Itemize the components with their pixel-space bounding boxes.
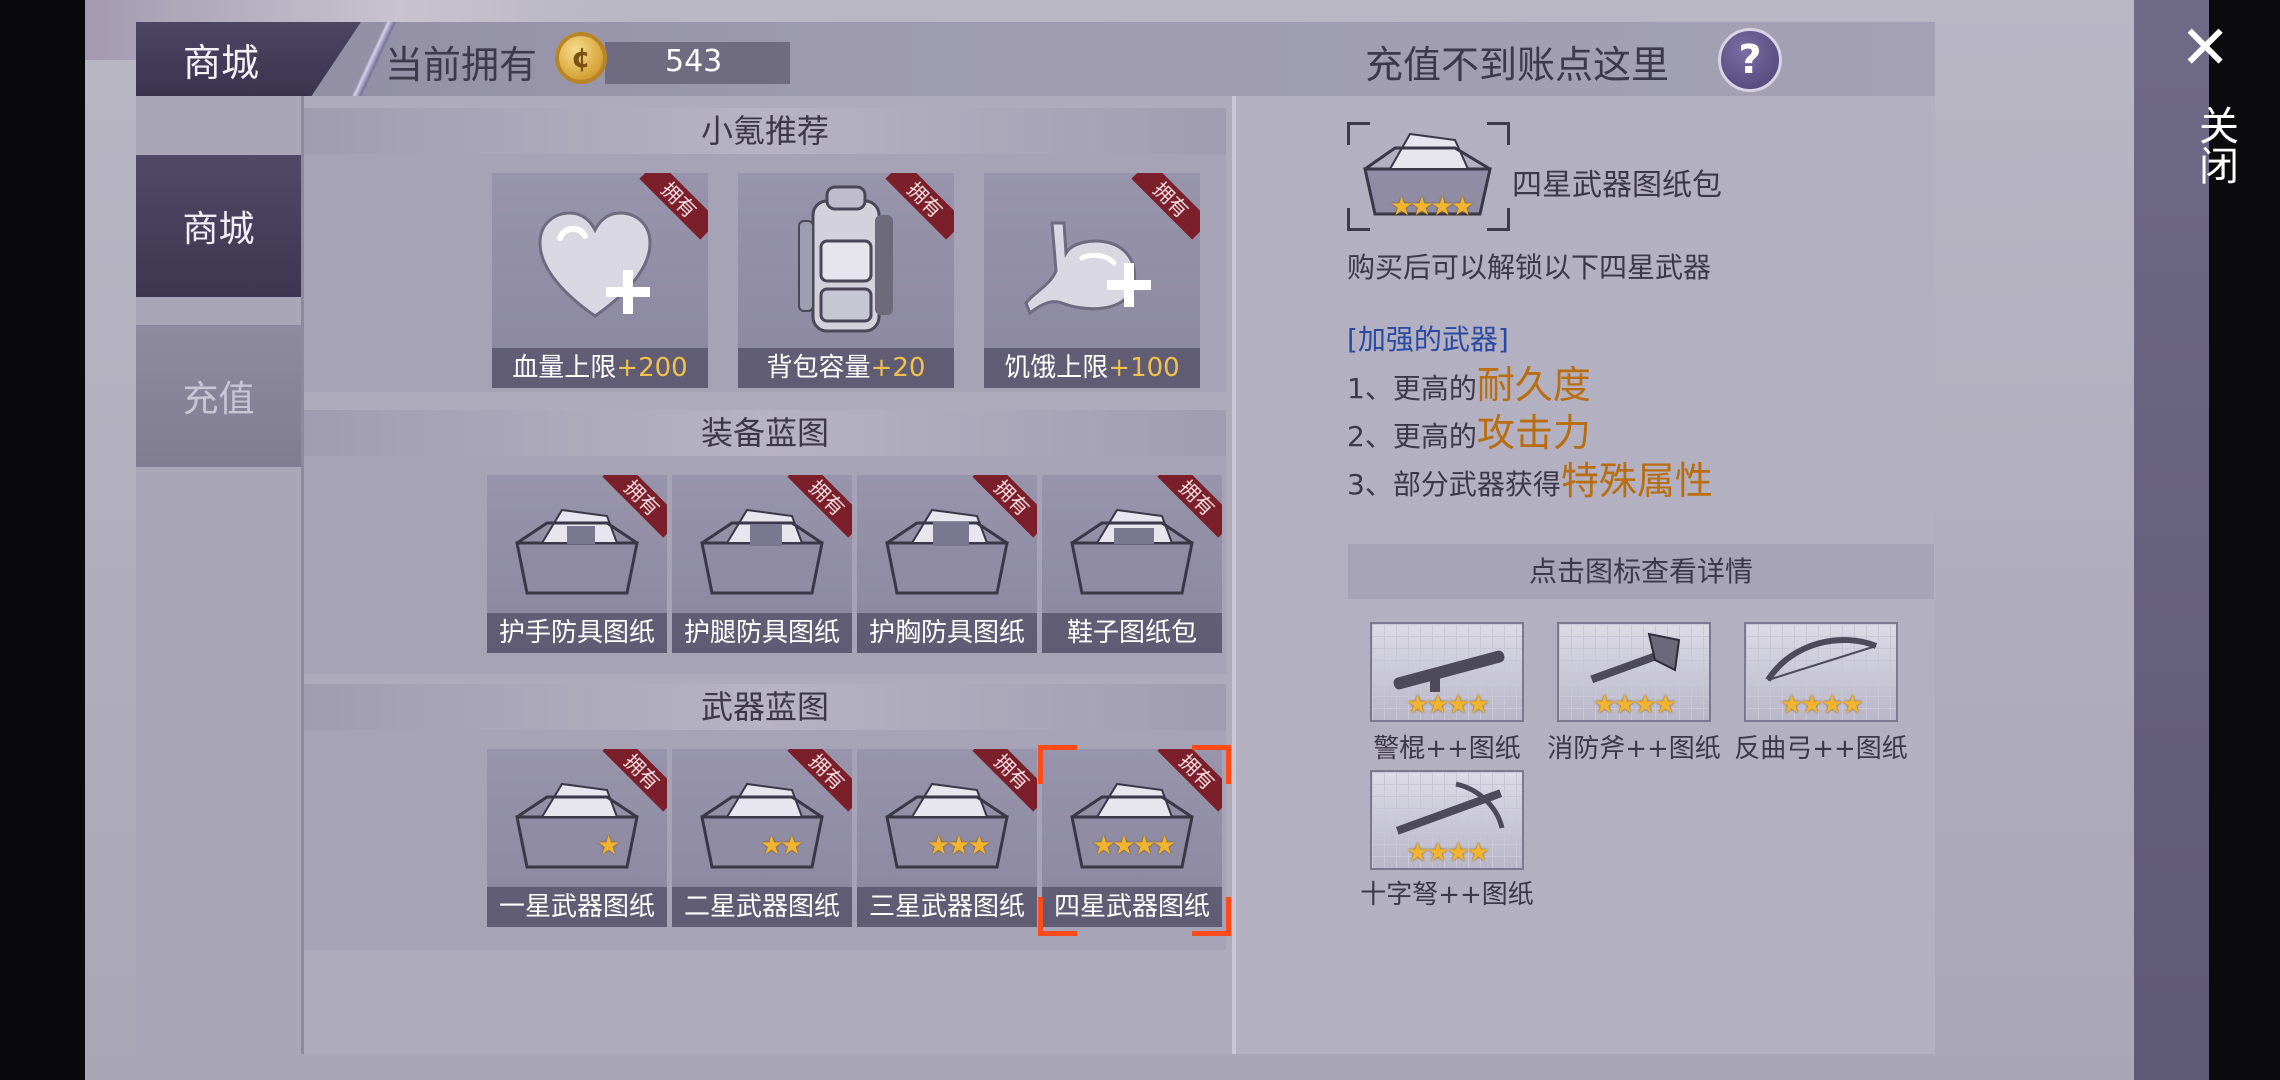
- unlock-item-fire-axe[interactable]: ★★★★: [1557, 622, 1711, 722]
- recharge-help-link[interactable]: 充值不到账点这里: [1365, 34, 1669, 89]
- feature-line: 1、更高的耐久度: [1347, 363, 1591, 407]
- card-label: 三星武器图纸: [857, 887, 1037, 927]
- owned-label: 当前拥有: [385, 43, 538, 87]
- shop-card-3star-weapon[interactable]: ★★★ 拥有 三星武器图纸: [857, 749, 1037, 927]
- shop-card-chest-blueprint[interactable]: 拥有 护胸防具图纸: [857, 475, 1037, 653]
- card-label: 背包容量+20: [738, 348, 954, 388]
- shop-card-shoes-blueprint[interactable]: 拥有 鞋子图纸包: [1042, 475, 1222, 653]
- unlock-item-label: 消防斧++图纸: [1547, 734, 1721, 764]
- detail-tag: [加强的武器]: [1347, 323, 1509, 356]
- section-title-weapons: 武器蓝图: [304, 684, 1226, 730]
- close-icon[interactable]: ✕: [2180, 18, 2230, 78]
- card-label: 血量上限+200: [492, 348, 708, 388]
- card-label: 二星武器图纸: [672, 887, 852, 927]
- unlock-item-recurve-bow[interactable]: ★★★★: [1744, 622, 1898, 722]
- shop-card-1star-weapon[interactable]: ★ 拥有 一星武器图纸: [487, 749, 667, 927]
- detail-description: 购买后可以解锁以下四星武器: [1347, 251, 1712, 284]
- card-label: 一星武器图纸: [487, 887, 667, 927]
- feature-line: 3、部分武器获得特殊属性: [1347, 459, 1713, 503]
- nav-item-shop[interactable]: 商城: [136, 155, 301, 297]
- selection-corner: [1192, 897, 1231, 936]
- star-rating: ★★★★: [1406, 690, 1490, 720]
- nav-item-label: 商城: [182, 209, 255, 250]
- toolbox-blueprint-icon: [872, 493, 1022, 603]
- star-rating: ★: [597, 831, 620, 861]
- star-rating: ★★★★: [1092, 831, 1176, 861]
- star-rating: ★★: [760, 831, 804, 861]
- shop-card-max-hp[interactable]: 拥有 血量上限+200: [492, 173, 708, 388]
- unlock-item-label: 警棍++图纸: [1373, 734, 1521, 764]
- crossbow-icon: [1395, 781, 1505, 835]
- unlock-item-crossbow[interactable]: ★★★★: [1370, 770, 1524, 870]
- detail-item-icon: ★★★★: [1350, 124, 1504, 226]
- selection-corner: [1038, 745, 1077, 784]
- heart-plus-icon: [530, 203, 670, 333]
- star-rating: ★★★★: [1780, 690, 1864, 720]
- card-label: 护手防具图纸: [487, 613, 667, 653]
- shop-title: 商城: [183, 40, 260, 85]
- help-question-icon[interactable]: ?: [1718, 28, 1782, 92]
- star-rating: ★★★★: [1390, 192, 1474, 222]
- recurve-bow-icon: [1765, 637, 1878, 682]
- stomach-plus-icon: [1017, 203, 1167, 333]
- detail-title: 四星武器图纸包: [1512, 168, 1722, 203]
- coin-icon: ¢: [555, 32, 607, 84]
- star-rating: ★★★★: [1593, 690, 1677, 720]
- unlock-item-baton[interactable]: ★★★★: [1370, 622, 1524, 722]
- shop-card-gauntlet-blueprint[interactable]: 拥有 护手防具图纸: [487, 475, 667, 653]
- close-button-label[interactable]: 关闭: [2186, 105, 2244, 185]
- card-label: 鞋子图纸包: [1042, 613, 1222, 653]
- icon-frame-corner: [1347, 208, 1370, 231]
- icon-frame-corner: [1347, 122, 1370, 145]
- unlock-item-label: 反曲弓++图纸: [1734, 734, 1908, 764]
- shop-card-max-hunger[interactable]: 拥有 饥饿上限+100: [984, 173, 1200, 388]
- card-label: 护腿防具图纸: [672, 613, 852, 653]
- toolbox-blueprint-icon: [687, 493, 837, 603]
- card-label: 饥饿上限+100: [984, 348, 1200, 388]
- baton-icon: [1393, 650, 1505, 692]
- shop-card-2star-weapon[interactable]: ★★ 拥有 二星武器图纸: [672, 749, 852, 927]
- section-title-equipment: 装备蓝图: [304, 410, 1226, 456]
- selection-corner: [1192, 745, 1231, 784]
- unlock-item-label: 十字弩++图纸: [1360, 880, 1534, 910]
- selection-corner: [1038, 897, 1077, 936]
- icon-frame-corner: [1487, 208, 1510, 231]
- icon-frame-corner: [1487, 122, 1510, 145]
- star-rating: ★★★★: [1406, 838, 1490, 868]
- fire-axe-icon: [1590, 632, 1681, 684]
- nav-item-recharge[interactable]: 充值: [136, 325, 301, 467]
- star-rating: ★★★: [927, 831, 991, 861]
- toolbox-blueprint-icon: [502, 493, 652, 603]
- shop-card-backpack[interactable]: 拥有 背包容量+20: [738, 173, 954, 388]
- section-title-recommend: 小氪推荐: [304, 108, 1226, 154]
- toolbox-blueprint-icon: [1057, 493, 1207, 603]
- nav-item-label: 充值: [182, 379, 255, 420]
- backpack-icon: [781, 181, 911, 341]
- shop-card-leg-blueprint[interactable]: 拥有 护腿防具图纸: [672, 475, 852, 653]
- coin-balance-value: 543: [665, 44, 723, 79]
- toolbox-blueprint-icon: [502, 767, 652, 877]
- view-details-hint: 点击图标查看详情: [1348, 544, 1934, 599]
- card-label: 护胸防具图纸: [857, 613, 1037, 653]
- feature-line: 2、更高的攻击力: [1347, 411, 1591, 455]
